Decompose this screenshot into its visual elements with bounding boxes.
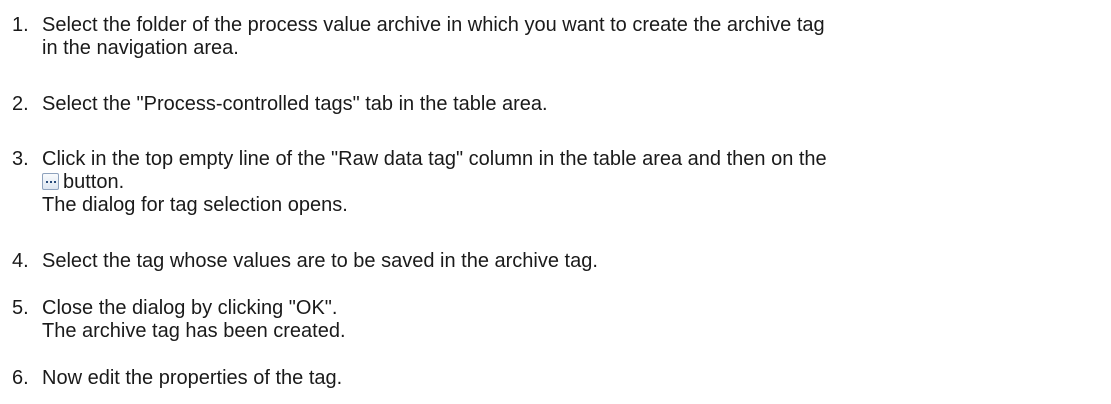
step-text: Now edit the properties of the tag. [42,367,1111,390]
step-result: The dialog for tag selection opens. [42,194,348,216]
step-text-line: Select the tag whose values are to be sa… [42,250,598,272]
step-number: 6. [12,367,29,389]
step-text-after-icon: button. [63,171,125,193]
step-number: 3. [12,148,29,170]
step-number: 5. [12,297,29,319]
instruction-list: 1. Select the folder of the process valu… [0,0,1111,404]
step-number: 2. [12,93,29,115]
step-text-line: Click in the top empty line of the "Raw … [42,148,827,170]
step-text: Close the dialog by clicking "OK". The a… [42,297,1111,343]
step-number: 4. [12,250,29,272]
step-text: Select the folder of the process value a… [42,14,1111,60]
step-text-line: in the navigation area. [42,37,239,59]
step-text: Select the tag whose values are to be sa… [42,250,1111,273]
step-result: The archive tag has been created. [42,320,346,342]
step-text: Click in the top empty line of the "Raw … [42,148,1111,217]
step-text: Select the "Process-controlled tags" tab… [42,93,1111,116]
step-text-line: Select the folder of the process value a… [42,14,825,36]
ellipsis-button-icon [42,173,59,190]
step-text-line-with-icon: button. [42,171,1111,194]
step-text-line: Select the "Process-controlled tags" tab… [42,93,548,115]
step-text-line: Close the dialog by clicking "OK". [42,297,338,319]
step-text-line: Now edit the properties of the tag. [42,367,343,389]
step-number: 1. [12,14,29,36]
